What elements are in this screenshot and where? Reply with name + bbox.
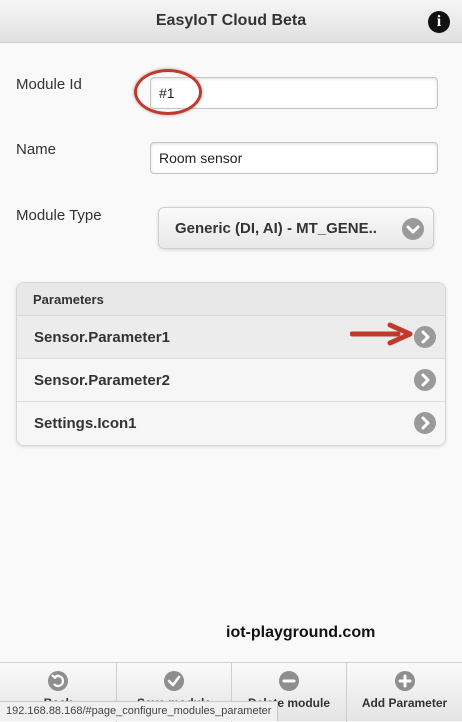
- plus-icon: [394, 671, 415, 691]
- module-type-value: Generic (DI, AI) - MT_GENE..: [175, 220, 377, 237]
- chevron-right-icon: [414, 369, 436, 391]
- highlight-circle: [134, 69, 202, 115]
- app-title: EasyIoT Cloud Beta: [155, 12, 307, 29]
- parameters-list: Parameters Sensor.Parameter1 Sensor.Para…: [16, 282, 446, 446]
- module-type-select[interactable]: Generic (DI, AI) - MT_GENE..: [158, 207, 434, 249]
- status-bar-url: 192.168.88.168/#page_configure_modules_p…: [0, 701, 279, 721]
- info-icon[interactable]: i: [428, 11, 450, 33]
- app-header: EasyIoT Cloud Beta i: [0, 0, 462, 43]
- red-arrow-icon: [350, 322, 413, 346]
- module-type-label: Module Type: [16, 207, 102, 224]
- add-parameter-label: Add Parameter: [361, 696, 448, 710]
- name-input[interactable]: Room sensor: [150, 142, 438, 174]
- check-icon: [164, 671, 184, 691]
- parameters-heading-text: Parameters: [33, 292, 104, 307]
- parameter-label: Sensor.Parameter2: [34, 372, 170, 389]
- parameter-row-2[interactable]: Sensor.Parameter2: [17, 359, 445, 402]
- chevron-down-icon: [402, 218, 424, 240]
- minus-icon: [279, 671, 299, 691]
- chevron-right-icon: [414, 412, 436, 434]
- parameters-heading: Parameters: [17, 283, 445, 316]
- back-arrow-icon: [48, 671, 68, 691]
- chevron-right-icon: [414, 326, 436, 348]
- name-label: Name: [16, 141, 57, 158]
- add-parameter-button[interactable]: Add Parameter: [347, 663, 462, 722]
- watermark-text: iot-playground.com: [226, 624, 376, 641]
- parameter-label: Sensor.Parameter1: [34, 329, 170, 346]
- parameter-row-3[interactable]: Settings.Icon1: [17, 402, 445, 445]
- module-id-label: Module Id: [16, 76, 82, 93]
- parameter-label: Settings.Icon1: [34, 415, 137, 432]
